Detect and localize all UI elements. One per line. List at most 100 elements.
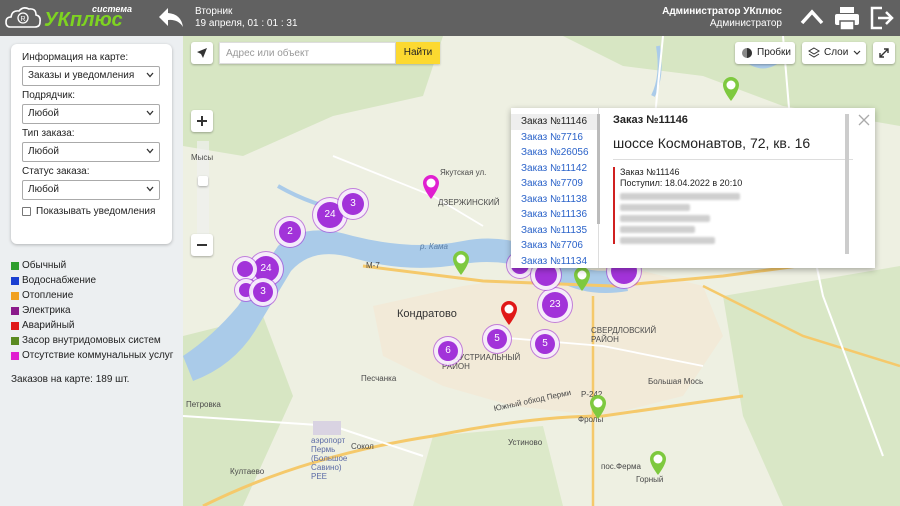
map-pin-green[interactable] — [721, 76, 741, 102]
redacted-text — [620, 237, 715, 244]
checkbox-box[interactable] — [22, 207, 31, 216]
redacted-text — [620, 226, 695, 233]
search-button[interactable]: Найти — [396, 42, 440, 64]
sidebar: Информация на карте: Заказы и уведомлени… — [0, 36, 183, 506]
datetime-text: 19 апреля, 01 : 01 : 31 — [195, 18, 298, 29]
order-list-item[interactable]: Заказ №11142 — [511, 161, 598, 177]
legend-item: Засор внутридомовых систем — [11, 333, 173, 348]
show-notifications-checkbox[interactable]: Показывать уведомления — [22, 206, 161, 217]
legend-swatch — [11, 276, 19, 285]
order-number: Заказ №11146 — [620, 167, 680, 177]
order-cluster[interactable]: 3 — [253, 282, 273, 302]
user-info[interactable]: Администратор УКплюс Администратор — [662, 6, 782, 30]
legend-item: Электрика — [11, 303, 173, 318]
order-list-item[interactable]: Заказ №7706 — [511, 238, 598, 254]
order-cluster[interactable]: 24 — [253, 256, 279, 282]
order-list-item[interactable]: Заказ №11146 — [511, 114, 598, 130]
address-search-input[interactable]: Адрес или объект — [219, 42, 396, 64]
layers-button[interactable]: Слои — [802, 42, 866, 64]
legend-label: Обычный — [22, 260, 67, 271]
order-list-item[interactable]: Заказ №11135 — [511, 223, 598, 239]
chevron-up-icon — [800, 9, 824, 25]
traffic-button[interactable]: Пробки — [735, 42, 795, 64]
location-arrow-icon — [197, 48, 207, 58]
fullscreen-button[interactable] — [873, 42, 895, 64]
order-cluster[interactable]: 5 — [535, 334, 555, 354]
expand-icon — [879, 48, 889, 58]
road-label: М-7 — [366, 261, 380, 270]
order-list-item[interactable]: Заказ №11138 — [511, 192, 598, 208]
order-list-item[interactable]: Заказ №11136 — [511, 207, 598, 223]
place-label: р. Кама — [420, 242, 448, 251]
logo-main-text: УКплюс — [44, 9, 123, 31]
contractor-label: Подрядчик: — [22, 90, 76, 101]
map-pin-green[interactable] — [572, 266, 592, 292]
layers-icon — [808, 47, 820, 58]
order-cluster[interactable] — [237, 261, 253, 277]
order-cluster[interactable] — [239, 283, 253, 297]
redacted-text — [620, 204, 690, 211]
order-received: Поступил: 18.04.2022 в 20:10 — [620, 178, 743, 188]
contractor-select[interactable]: Любой — [22, 104, 160, 124]
order-cluster[interactable]: 6 — [438, 341, 458, 361]
info-select-value: Заказы и уведомления — [28, 70, 135, 81]
geolocation-button[interactable] — [191, 42, 213, 64]
info-label: Информация на карте: — [22, 52, 129, 63]
type-select[interactable]: Любой — [22, 142, 160, 162]
logout-button[interactable] — [868, 4, 896, 32]
order-list-item[interactable]: Заказ №11134 — [511, 254, 598, 269]
filter-panel: Информация на карте: Заказы и уведомлени… — [11, 44, 172, 244]
logout-icon — [870, 6, 894, 30]
order-cluster[interactable]: 23 — [542, 292, 568, 318]
map-pin-green[interactable] — [451, 250, 471, 276]
type-label: Тип заказа: — [22, 128, 75, 139]
logo[interactable]: R система УКплюс — [4, 3, 144, 33]
legend-item: Отопление — [11, 288, 173, 303]
legend-swatch — [11, 351, 19, 360]
legend-swatch — [11, 261, 19, 270]
list-scrollbar[interactable] — [597, 114, 600, 224]
map-pin-magenta[interactable] — [421, 174, 441, 200]
print-button[interactable] — [833, 4, 861, 32]
place-label: Песчанка — [361, 374, 397, 383]
order-cluster[interactable]: 2 — [279, 221, 301, 243]
user-role: Администратор — [709, 18, 782, 29]
printer-icon — [835, 7, 859, 31]
order-cluster[interactable]: 3 — [342, 193, 364, 215]
svg-text:R: R — [21, 16, 26, 23]
legend: Обычный Водоснабжение Отопление Электрик… — [11, 258, 173, 363]
chevron-down-icon — [146, 72, 154, 78]
legend-item: Аварийный — [11, 318, 173, 333]
order-list-item[interactable]: Заказ №7716 — [511, 130, 598, 146]
order-list-item[interactable]: Заказ №7709 — [511, 176, 598, 192]
collapse-button[interactable] — [798, 4, 826, 32]
map-pin-green[interactable] — [648, 450, 668, 476]
map-pin-red[interactable] — [499, 300, 519, 326]
traffic-light-icon — [742, 48, 752, 58]
detail-scrollbar[interactable] — [845, 114, 849, 254]
place-label: Кондратово — [397, 308, 457, 320]
order-list-item[interactable]: Заказ №26056 — [511, 145, 598, 161]
legend-label: Засор внутридомовых систем — [22, 335, 161, 346]
zoom-slider-handle[interactable] — [198, 176, 208, 186]
place-label: Мысы — [191, 153, 214, 162]
legend-swatch — [11, 306, 19, 315]
zoom-out-button[interactable] — [191, 234, 213, 256]
place-label: пос.Ферма — [601, 462, 641, 471]
close-icon[interactable] — [858, 114, 870, 126]
info-select[interactable]: Заказы и уведомления — [22, 66, 160, 86]
contractor-select-value: Любой — [28, 108, 59, 119]
status-select[interactable]: Любой — [22, 180, 160, 200]
chevron-down-icon — [146, 110, 154, 116]
map-pin-green[interactable] — [588, 394, 608, 420]
legend-label: Электрика — [22, 305, 71, 316]
zoom-in-button[interactable] — [191, 110, 213, 132]
minus-icon — [197, 244, 207, 246]
map[interactable]: Мысы Якутская ул. ДЗЕРЖИНСКИЙ р. Кама М-… — [183, 36, 900, 506]
place-label: Якутская ул. — [440, 168, 487, 177]
order-popup: Заказ №11146 Заказ №7716 Заказ №26056 За… — [511, 108, 875, 268]
legend-swatch — [11, 336, 19, 345]
order-cluster[interactable]: 5 — [487, 329, 507, 349]
back-button[interactable] — [156, 5, 186, 31]
order-cluster[interactable]: 24 — [317, 202, 343, 228]
